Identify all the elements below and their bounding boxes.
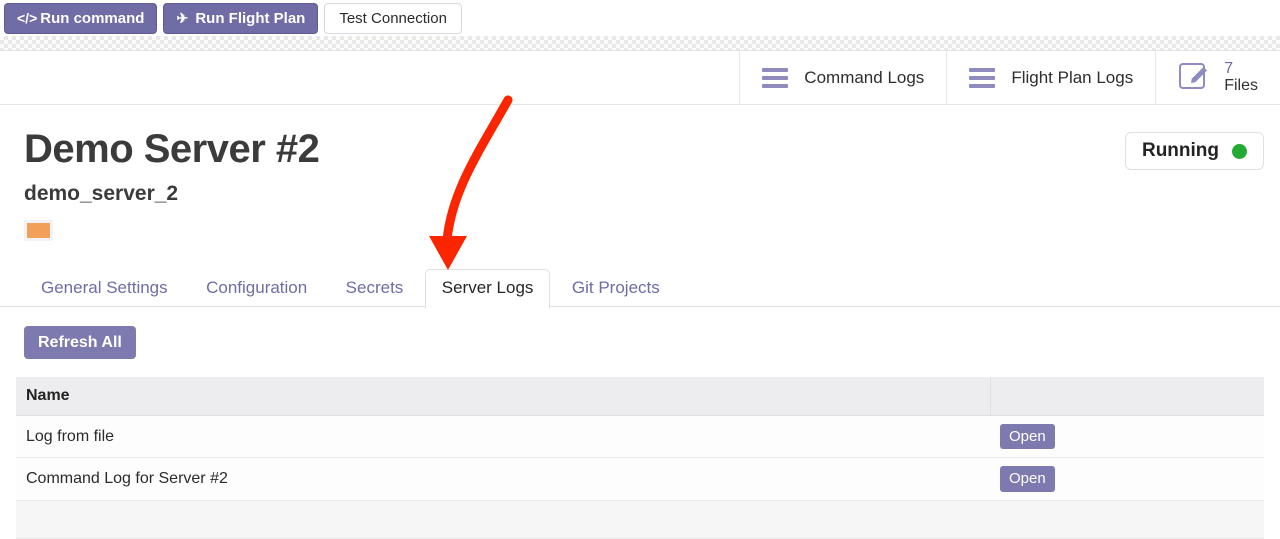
page-subtitle: demo_server_2 [24,182,179,205]
transparency-strip [0,36,1280,51]
open-button[interactable]: Open [1000,466,1055,492]
header-nav: Command Logs Flight Plan Logs 7 Files [0,51,1280,105]
status-dot-icon [1232,143,1247,159]
status-badge-label: Running [1141,140,1219,161]
server-logs-table: Name Log from file Open Command Log for … [16,377,1264,539]
tab-server-logs[interactable]: Server Logs [424,269,551,309]
nav-item-flight-plan-logs-label: Flight Plan Logs [1011,68,1134,87]
tab-configuration[interactable]: Configuration [189,269,324,309]
top-action-bar: </> Run command ✈ Run Flight Plan Test Co… [0,0,1280,36]
nav-item-flight-plan-logs[interactable]: Flight Plan Logs [946,51,1155,105]
run-flight-plan-button[interactable]: ✈ Run Flight Plan [163,2,319,34]
empty-cell [16,500,990,539]
table-row: Log from file Open [16,415,1264,459]
edit-file-icon [1178,61,1210,96]
code-icon: </> [17,10,38,26]
tab-general-settings[interactable]: General Settings [24,269,185,309]
nav-item-files[interactable]: 7 Files [1155,51,1280,105]
tab-git-projects[interactable]: Git Projects [555,269,677,309]
server-color-swatch [24,220,53,241]
files-count: 7 [1224,60,1234,78]
table-header-row: Name [16,377,1264,416]
files-label: Files [1224,77,1258,94]
run-command-button[interactable]: </> Run command [4,2,158,34]
files-counter: 7 Files [1224,60,1258,95]
hamburger-icon [969,64,996,92]
column-header-name: Name [16,377,991,416]
run-command-label: Run command [40,9,145,27]
refresh-all-button[interactable]: Refresh All [24,326,136,359]
nav-item-command-logs[interactable]: Command Logs [739,51,946,105]
column-header-actions [990,377,1264,416]
empty-cell [990,500,1264,539]
nav-item-command-logs-label: Command Logs [804,68,925,87]
page-title: Demo Server #2 [24,127,320,171]
open-button[interactable]: Open [1000,424,1055,450]
log-action-cell: Open [990,415,1264,459]
log-name-cell: Log from file [16,415,990,459]
table-row-empty [16,500,1264,539]
status-badge[interactable]: Running [1124,132,1264,170]
test-connection-label: Test Connection [339,9,447,27]
page-body: Demo Server #2 demo_server_2 Running Gen… [0,105,1280,539]
tab-bar: General Settings Configuration Secrets S… [0,269,1280,309]
plane-icon: ✈ [176,10,189,26]
table-row: Command Log for Server #2 Open [16,457,1264,501]
tab-secrets[interactable]: Secrets [329,269,421,309]
log-name-cell: Command Log for Server #2 [16,457,990,501]
run-flight-plan-label: Run Flight Plan [195,9,306,27]
log-action-cell: Open [990,457,1264,501]
hamburger-icon [762,64,789,92]
test-connection-button[interactable]: Test Connection [324,2,462,34]
